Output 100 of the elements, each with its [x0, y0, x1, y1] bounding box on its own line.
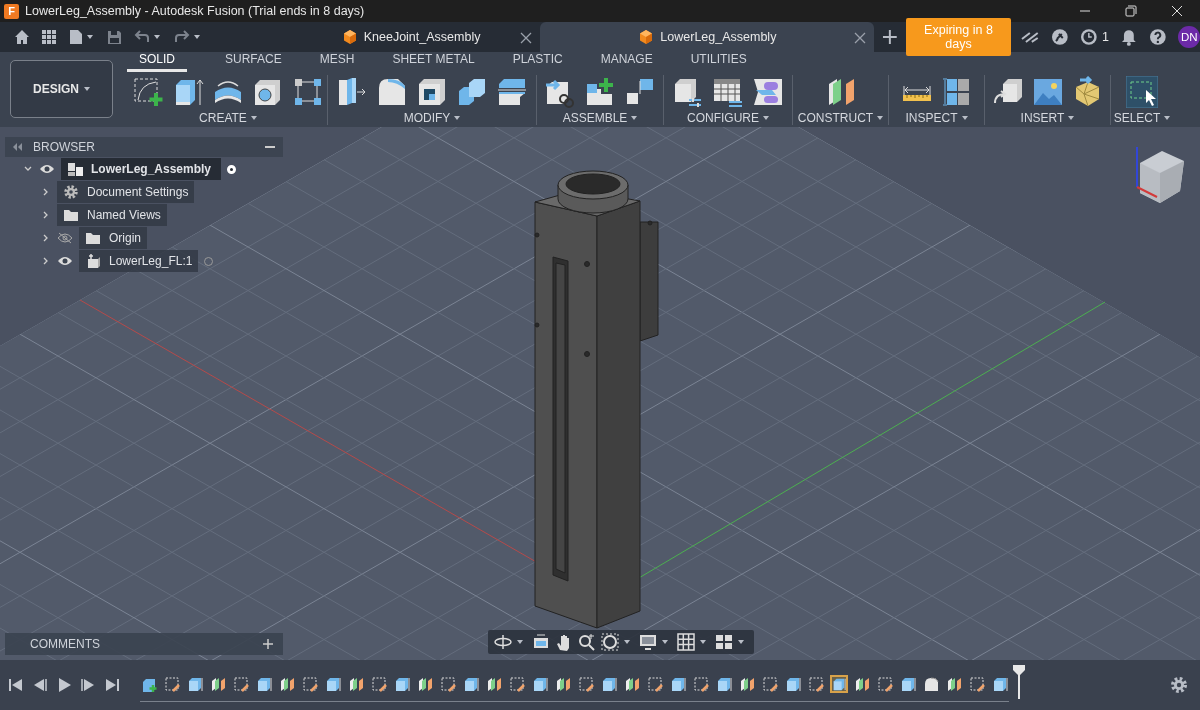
- look-at-icon[interactable]: [532, 633, 550, 651]
- step-back-icon[interactable]: [32, 678, 48, 692]
- ribbon-tab[interactable]: SOLID: [127, 52, 187, 72]
- close-icon[interactable]: [520, 32, 533, 44]
- undo-icon[interactable]: [134, 30, 150, 44]
- skip-to-end-icon[interactable]: [104, 678, 120, 692]
- redo-icon[interactable]: [174, 30, 190, 44]
- minimize-icon[interactable]: [265, 145, 275, 149]
- caret-icon[interactable]: [961, 116, 968, 120]
- eye-icon[interactable]: [57, 255, 73, 267]
- tool-group-menu[interactable]: ASSEMBLE: [562, 111, 638, 125]
- orbit-icon[interactable]: [494, 633, 512, 651]
- grid-icon[interactable]: [677, 633, 695, 651]
- timeline-feature[interactable]: [370, 674, 388, 693]
- caret-icon[interactable]: [250, 116, 257, 120]
- app-grid-icon[interactable]: [42, 29, 57, 45]
- document-tab[interactable]: KneeJoint_Assembly: [281, 22, 541, 52]
- caret-icon[interactable]: [631, 116, 638, 120]
- timeline-marker-icon[interactable]: [1013, 665, 1025, 699]
- timeline-feature[interactable]: [922, 674, 940, 693]
- tool-group-menu[interactable]: INSPECT: [905, 111, 968, 125]
- display-settings-icon[interactable]: [639, 633, 657, 651]
- tool-group-menu[interactable]: SELECT: [1113, 111, 1171, 125]
- caret-icon[interactable]: [1068, 116, 1075, 120]
- timeline-feature[interactable]: [232, 674, 250, 693]
- timeline-feature[interactable]: [163, 674, 181, 693]
- caret-icon[interactable]: [154, 35, 160, 39]
- tool-group-menu[interactable]: CREATE: [199, 111, 257, 125]
- caret-icon[interactable]: [738, 640, 744, 644]
- help-icon[interactable]: [1148, 28, 1167, 46]
- ribbon-tab[interactable]: SURFACE: [225, 52, 282, 72]
- timeline-feature[interactable]: [301, 674, 319, 693]
- notification-icon[interactable]: [1121, 28, 1137, 46]
- file-icon[interactable]: [69, 29, 83, 45]
- press-pull-icon[interactable]: [336, 75, 368, 108]
- browser-item[interactable]: LowerLeg_FL:1: [79, 250, 199, 272]
- collapse-panel-icon[interactable]: [13, 143, 23, 151]
- timeline-feature[interactable]: [439, 674, 457, 693]
- browser-item[interactable]: LowerLeg_Assembly: [61, 158, 222, 180]
- caret-icon[interactable]: [662, 640, 668, 644]
- ribbon-tab[interactable]: SHEET METAL: [392, 52, 475, 72]
- tool-group-menu[interactable]: CONSTRUCT: [797, 111, 884, 125]
- expanded-chevron-icon[interactable]: [24, 165, 32, 173]
- browser-item[interactable]: Named Views: [57, 204, 167, 226]
- tool-group-menu[interactable]: MODIFY: [403, 111, 461, 125]
- collapsed-chevron-icon[interactable]: [42, 211, 50, 219]
- hidden-eye-icon[interactable]: [57, 232, 73, 244]
- user-avatar[interactable]: DN: [1178, 26, 1200, 48]
- browser-item[interactable]: Document Settings: [57, 181, 195, 203]
- add-icon[interactable]: [263, 639, 273, 649]
- timeline-feature[interactable]: [646, 674, 664, 693]
- save-icon[interactable]: [107, 29, 122, 45]
- select-icon[interactable]: [1126, 75, 1158, 108]
- new-component-icon[interactable]: [584, 75, 616, 108]
- caret-icon[interactable]: [877, 116, 884, 120]
- caret-icon[interactable]: [454, 116, 461, 120]
- fit-icon[interactable]: [601, 633, 619, 651]
- viewports-icon[interactable]: [715, 633, 733, 651]
- caret-icon[interactable]: [517, 640, 523, 644]
- ribbon-tab[interactable]: UTILITIES: [690, 52, 747, 72]
- step-forward-icon[interactable]: [80, 678, 96, 692]
- workspace-menu-button[interactable]: DESIGN: [10, 60, 113, 118]
- caret-icon[interactable]: [84, 87, 90, 91]
- eye-icon[interactable]: [39, 163, 55, 175]
- sketch-feature-icon: [578, 675, 594, 692]
- play-icon[interactable]: [56, 678, 72, 692]
- timeline-feature[interactable]: [577, 674, 595, 693]
- tool-group-menu[interactable]: INSERT: [1020, 111, 1075, 125]
- restore-icon[interactable]: [1125, 5, 1137, 17]
- sync-icon[interactable]: [1020, 30, 1039, 44]
- clock-icon[interactable]: [1080, 28, 1099, 46]
- timeline-feature[interactable]: [692, 674, 710, 693]
- caret-icon[interactable]: [194, 35, 200, 39]
- timeline-feature[interactable]: [876, 674, 894, 693]
- document-tab[interactable]: LowerLeg_Assembly: [540, 22, 875, 52]
- timeline-feature[interactable]: [830, 674, 848, 693]
- timeline-feature[interactable]: [807, 674, 825, 693]
- plane-feature-icon: [210, 675, 226, 692]
- settings-icon[interactable]: [1170, 676, 1188, 694]
- collapsed-chevron-icon[interactable]: [42, 188, 50, 196]
- ribbon-tab[interactable]: PLASTIC: [512, 52, 563, 72]
- ribbon-tab[interactable]: MESH: [319, 52, 355, 72]
- collapsed-chevron-icon[interactable]: [42, 234, 50, 242]
- create-sketch-icon[interactable]: [132, 75, 164, 108]
- collapsed-chevron-icon[interactable]: [42, 257, 50, 265]
- add-icon[interactable]: [882, 29, 899, 45]
- caret-icon[interactable]: [763, 116, 769, 120]
- ribbon-tab[interactable]: MANAGE: [600, 52, 653, 72]
- zoom-icon[interactable]: [578, 633, 596, 651]
- caret-icon[interactable]: [700, 640, 706, 644]
- timeline-feature[interactable]: [508, 674, 526, 693]
- caret-icon[interactable]: [87, 35, 93, 39]
- home-icon[interactable]: [14, 29, 30, 45]
- caret-icon[interactable]: [1164, 116, 1171, 120]
- caret-icon[interactable]: [624, 640, 630, 644]
- browser-item[interactable]: Origin: [79, 227, 147, 249]
- timeline-feature[interactable]: [968, 674, 986, 693]
- tool-group-menu[interactable]: CONFIGURE: [687, 111, 769, 125]
- skip-to-start-icon[interactable]: [8, 678, 24, 692]
- timeline-feature[interactable]: [761, 674, 779, 693]
